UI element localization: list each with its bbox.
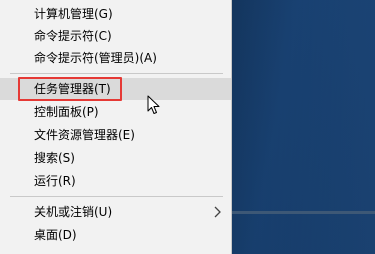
- menu-separator: [10, 73, 223, 74]
- menu-item-search[interactable]: 搜索(S): [0, 147, 231, 169]
- menu-item-control-panel[interactable]: 控制面板(P): [0, 101, 231, 123]
- screen: 计算机管理(G) 命令提示符(C) 命令提示符(管理员)(A) 任务管理器(T)…: [0, 0, 375, 254]
- menu-item-command-prompt[interactable]: 命令提示符(C): [0, 25, 231, 47]
- menu-item-label: 命令提示符(C): [34, 29, 112, 43]
- menu-item-label: 关机或注销(U): [34, 205, 113, 219]
- menu-item-label: 桌面(D): [34, 228, 77, 242]
- menu-item-label: 命令提示符(管理员)(A): [34, 51, 157, 65]
- menu-item-command-prompt-admin[interactable]: 命令提示符(管理员)(A): [0, 47, 231, 69]
- desktop-taskbar-edge: [232, 211, 375, 214]
- menu-item-label: 运行(R): [34, 174, 76, 188]
- menu-item-desktop[interactable]: 桌面(D): [0, 224, 231, 246]
- menu-item-computer-management[interactable]: 计算机管理(G): [0, 3, 231, 25]
- menu-item-label: 计算机管理(G): [34, 7, 113, 21]
- menu-item-shutdown-signout[interactable]: 关机或注销(U): [0, 201, 231, 223]
- menu-item-label: 文件资源管理器(E): [34, 128, 135, 142]
- menu-item-file-explorer[interactable]: 文件资源管理器(E): [0, 124, 231, 146]
- annotation-highlight-box: [18, 77, 122, 101]
- mouse-pointer-icon: [147, 95, 160, 114]
- chevron-right-icon: [214, 206, 221, 218]
- menu-item-run[interactable]: 运行(R): [0, 170, 231, 192]
- menu-separator: [10, 196, 223, 197]
- winx-context-menu: 计算机管理(G) 命令提示符(C) 命令提示符(管理员)(A) 任务管理器(T)…: [0, 0, 232, 254]
- menu-item-label: 控制面板(P): [34, 105, 99, 119]
- menu-item-label: 搜索(S): [34, 151, 75, 165]
